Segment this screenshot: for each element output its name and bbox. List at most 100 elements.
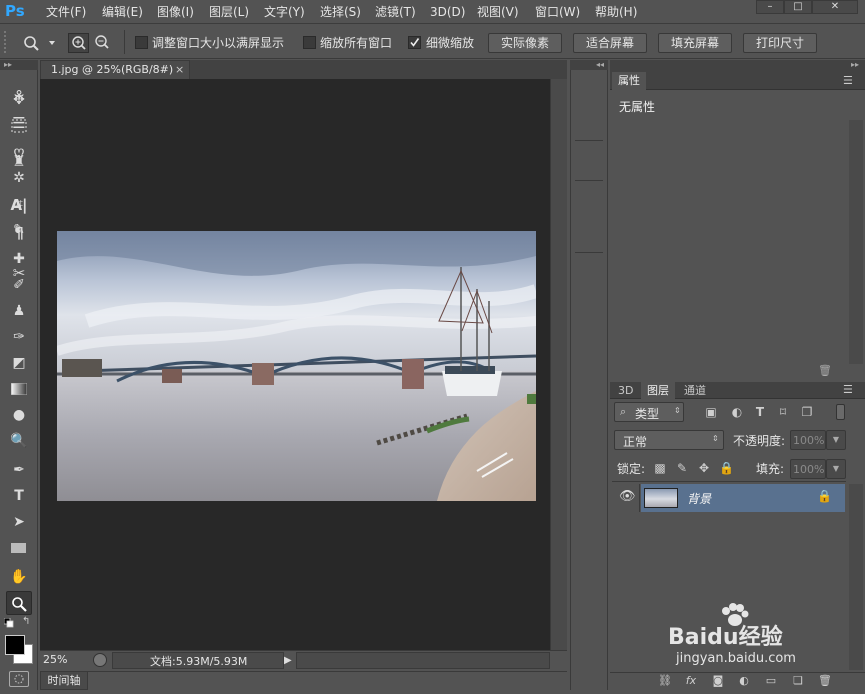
scrubby-zoom-checkbox[interactable] [408,36,421,49]
menu-3d[interactable]: 3D(D) [430,3,465,21]
trash-icon[interactable]: 🗑 [818,364,832,377]
path-selection-tool-icon[interactable]: ➤ [6,510,32,534]
paragraph-icon[interactable]: ¶ [8,222,30,244]
brush-settings-icon[interactable]: ☰ [8,112,30,134]
menu-layer[interactable]: 图层(L) [209,3,249,21]
menu-file[interactable]: 文件(F) [46,3,86,21]
fit-screen-button[interactable]: 适合屏幕 [573,33,647,53]
photoshop-logo: Ps [5,2,25,20]
actual-pixels-button[interactable]: 实际像素 [488,33,562,53]
layer-visibility-cell[interactable]: 👁 [612,484,640,512]
menu-view[interactable]: 视图(V) [477,3,519,21]
panel-menu-icon[interactable]: ☰ [843,383,853,396]
clone-stamp-tool-icon[interactable]: ♟ [6,299,32,323]
zoom-out-icon[interactable] [92,33,113,53]
lock-pixels-icon[interactable]: ✎ [675,461,689,475]
panel-menu-icon[interactable]: ☰ [843,74,853,87]
search-icon: ⌕ [620,405,627,418]
tab-layers[interactable]: 图层 [641,382,675,400]
filter-kind-select[interactable]: ⌕ 类型 ⇕ [614,402,684,422]
add-mask-icon[interactable]: ◙ [711,674,725,687]
brush-preset-icon[interactable]: ⚘ [8,85,30,107]
close-button[interactable]: ✕ [812,0,858,14]
opacity-dropdown-icon[interactable]: ▼ [826,430,846,450]
status-icon[interactable] [93,653,107,667]
print-size-button[interactable]: 打印尺寸 [743,33,817,53]
adjustment-layer-icon[interactable]: ◐ [737,674,751,687]
eraser-tool-icon[interactable]: ◩ [6,351,32,375]
blur-tool-icon[interactable]: ● [6,403,32,427]
delete-layer-icon[interactable]: 🗑 [818,674,832,687]
fill-screen-button[interactable]: 填充屏幕 [658,33,732,53]
divider [575,140,603,141]
properties-scrollbar[interactable] [849,120,863,364]
horizontal-scrollbar[interactable] [296,652,550,669]
new-layer-icon[interactable]: ❏ [791,674,805,687]
tab-3d[interactable]: 3D [612,382,639,400]
vertical-scrollbar[interactable] [550,79,567,650]
tools-collapse-icon[interactable]: ▸▸ [0,60,38,70]
layer-name[interactable]: 背景 [687,490,711,507]
menu-type[interactable]: 文字(Y) [264,3,305,21]
dodge-tool-icon[interactable]: 🔍 [6,429,32,453]
lock-all-icon[interactable]: 🔒 [719,461,734,475]
menu-filter[interactable]: 滤镜(T) [375,3,416,21]
blend-mode-select[interactable]: 正常 ⇕ [614,430,724,450]
status-menu-arrow-icon[interactable]: ▶ [284,652,296,669]
character-icon[interactable]: A| [8,194,30,216]
tab-channels[interactable]: 通道 [678,382,712,400]
shape-filter-icon[interactable]: ⌑ [776,405,790,419]
fill-dropdown-icon[interactable]: ▼ [826,459,846,479]
clone-source-icon[interactable]: ♜ [8,150,30,172]
close-tab-icon[interactable]: × [175,61,184,79]
resize-windows-checkbox[interactable] [135,36,148,49]
link-layers-icon[interactable]: ⛓ [658,674,672,687]
gradient-tool-icon[interactable] [6,377,32,401]
menu-select[interactable]: 选择(S) [320,3,361,21]
layer-row-background[interactable]: 背景 🔒 [641,484,845,512]
menu-help[interactable]: 帮助(H) [595,3,637,21]
pixel-filter-icon[interactable]: ▣ [704,405,718,419]
opacity-input[interactable]: 100% [790,430,826,450]
document-tab-title: 1.jpg @ 25%(RGB/8#) [51,63,174,76]
lock-transparent-icon[interactable]: ▩ [653,461,667,475]
document-tab[interactable]: 1.jpg @ 25%(RGB/8#) × [40,60,190,79]
foreground-color-swatch[interactable] [5,635,25,655]
smart-object-filter-icon[interactable]: ❐ [800,405,814,419]
default-colors-icon[interactable] [3,617,14,628]
panel-collapse-icon[interactable]: ▸▸ [610,60,865,72]
timeline-tab[interactable]: 时间轴 [40,671,88,690]
menu-image[interactable]: 图像(I) [157,3,194,21]
zoom-tool-icon[interactable] [6,591,32,615]
chevron-updown-icon: ⇕ [674,406,681,415]
divider [575,180,603,181]
filter-toggle[interactable] [836,404,845,420]
hand-tool-icon[interactable]: ✋ [6,565,32,589]
maximize-button[interactable]: □ [784,0,812,14]
new-group-icon[interactable]: ▭ [764,674,778,687]
layer-lock-icon: 🔒 [817,489,832,503]
zoom-in-icon[interactable] [68,33,89,53]
zoom-tool-preset-picker[interactable] [20,33,60,53]
pen-tool-icon[interactable]: ✒ [6,458,32,482]
minimize-button[interactable]: – [756,0,784,14]
type-filter-icon[interactable]: T [753,405,767,419]
swap-colors-icon[interactable]: ↰ [22,617,34,629]
menu-window[interactable]: 窗口(W) [535,3,580,21]
lock-position-icon[interactable]: ✥ [697,461,711,475]
strip-collapse-icon[interactable]: ◂◂ [570,60,608,70]
quick-mask-icon[interactable] [9,671,29,687]
photo-canvas[interactable] [55,231,539,501]
fill-input[interactable]: 100% [790,459,826,479]
tool-presets-icon[interactable]: ✂ [8,262,30,284]
zoom-level[interactable]: 25% [43,653,67,666]
adjustment-filter-icon[interactable]: ◐ [730,405,744,419]
history-brush-tool-icon[interactable]: ✑ [6,325,32,349]
tab-properties[interactable]: 属性 [612,72,646,90]
watermark-brand: Baidu经验 [668,625,783,650]
rectangle-tool-icon[interactable] [6,536,32,560]
zoom-all-checkbox[interactable] [303,36,316,49]
type-tool-icon[interactable]: T [6,484,32,508]
menu-edit[interactable]: 编辑(E) [102,3,143,21]
fx-icon[interactable]: fx [684,674,698,687]
